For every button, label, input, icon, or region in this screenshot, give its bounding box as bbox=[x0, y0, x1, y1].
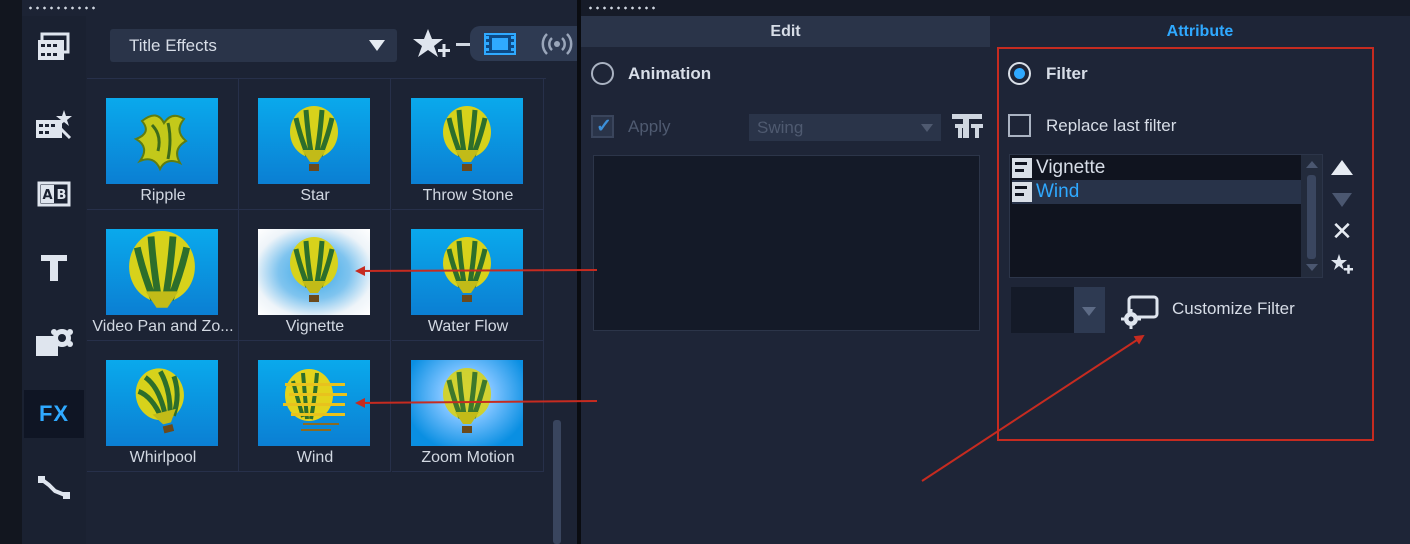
hot-air-balloon-preview bbox=[443, 106, 491, 171]
options-panel-header bbox=[581, 0, 1410, 16]
library-category-dropdown[interactable]: Title Effects bbox=[110, 29, 397, 62]
hot-air-balloon-preview bbox=[443, 237, 491, 302]
animation-radio[interactable] bbox=[591, 62, 614, 85]
effect-label: Whirlpool bbox=[129, 449, 197, 466]
title-tool-button[interactable] bbox=[24, 244, 84, 292]
effect-label: Wind bbox=[296, 449, 334, 466]
checkmark-icon: ✓ bbox=[596, 116, 612, 137]
add-to-favorites-icon[interactable] bbox=[412, 27, 456, 63]
effect-preview bbox=[411, 360, 523, 446]
show-videos-icon[interactable] bbox=[484, 33, 516, 55]
annotation-highlight-frame bbox=[997, 47, 1374, 441]
effect-thumbnail-video-pan-and-zoom[interactable]: Video Pan and Zo... bbox=[87, 210, 239, 341]
hot-air-balloon-preview bbox=[290, 237, 338, 302]
video-editor: A B FX Title Effects Ripple Star Throw S… bbox=[0, 0, 1410, 544]
tab-attribute[interactable]: Attribute bbox=[990, 16, 1410, 47]
wind-balloon-preview bbox=[283, 369, 347, 431]
effect-preview bbox=[106, 98, 218, 184]
chevron-down-icon bbox=[921, 124, 933, 132]
hot-air-balloon-preview bbox=[443, 368, 491, 433]
effect-label: Ripple bbox=[140, 187, 186, 204]
effect-preview bbox=[258, 98, 370, 184]
effect-thumbnail-whirlpool[interactable]: Whirlpool bbox=[87, 341, 239, 472]
title-icon bbox=[41, 255, 67, 281]
graphic-tool-button[interactable] bbox=[24, 318, 84, 366]
customize-animation-icon[interactable] bbox=[951, 112, 985, 140]
animation-preset-value: Swing bbox=[757, 118, 804, 137]
effect-thumbnail-vignette[interactable]: Vignette bbox=[239, 210, 391, 341]
hot-air-balloon-preview bbox=[129, 230, 195, 308]
library-scrollbar[interactable] bbox=[553, 420, 561, 544]
path-tool-button[interactable] bbox=[24, 464, 84, 512]
ripple-balloon-preview bbox=[133, 114, 188, 172]
graphic-icon bbox=[36, 329, 73, 356]
effect-label: Video Pan and Zo... bbox=[92, 318, 234, 335]
effect-thumbnail-zoom-motion[interactable]: Zoom Motion bbox=[392, 341, 544, 472]
library-tool-strip: A B FX bbox=[22, 16, 86, 544]
chevron-down-icon bbox=[369, 40, 385, 51]
panel-edge bbox=[0, 0, 22, 544]
effect-preview bbox=[411, 98, 523, 184]
effect-label: Vignette bbox=[285, 318, 345, 335]
effect-preview bbox=[411, 229, 523, 315]
svg-text:A: A bbox=[42, 188, 52, 203]
instant-project-icon bbox=[36, 110, 72, 140]
transition-tool-button[interactable]: A B bbox=[24, 170, 84, 218]
effect-preview bbox=[258, 229, 370, 315]
effect-thumbnail-wind[interactable]: Wind bbox=[239, 341, 391, 472]
path-icon bbox=[38, 476, 70, 499]
filter-tool-button[interactable]: FX bbox=[24, 390, 84, 438]
hot-air-balloon-preview bbox=[290, 106, 338, 171]
panel-grip[interactable] bbox=[587, 6, 657, 10]
effect-label: Water Flow bbox=[427, 318, 509, 335]
tab-edit[interactable]: Edit bbox=[581, 16, 990, 47]
effect-label: Throw Stone bbox=[422, 187, 514, 204]
library-view-toggle bbox=[470, 26, 577, 61]
library-panel: A B FX Title Effects Ripple Star Throw S… bbox=[0, 0, 577, 544]
show-audio-icon[interactable] bbox=[540, 31, 574, 57]
effect-label: Zoom Motion bbox=[421, 449, 515, 466]
effect-preview bbox=[106, 229, 218, 315]
filter-fx-icon: FX bbox=[38, 401, 70, 426]
effect-thumbnail-throw-stone[interactable]: Throw Stone bbox=[392, 79, 544, 210]
transition-icon: A B bbox=[37, 181, 71, 207]
animation-preset-select[interactable]: Swing bbox=[749, 114, 941, 141]
apply-label: Apply bbox=[628, 117, 671, 136]
media-icon bbox=[38, 32, 70, 60]
hot-air-balloon-preview bbox=[135, 368, 184, 434]
effect-thumbnail-star[interactable]: Star bbox=[239, 79, 391, 210]
effect-preview bbox=[258, 360, 370, 446]
toolbar-separator bbox=[456, 43, 470, 46]
instant-project-tool-button[interactable] bbox=[24, 100, 84, 148]
effect-thumbnail-ripple[interactable]: Ripple bbox=[87, 79, 239, 210]
effect-thumbnail-water-flow[interactable]: Water Flow bbox=[392, 210, 544, 341]
effects-thumbnail-grid: Ripple Star Throw Stone Video Pan and Zo… bbox=[87, 78, 546, 472]
media-tool-button[interactable] bbox=[24, 24, 84, 72]
animation-label: Animation bbox=[628, 64, 712, 83]
effect-preview bbox=[106, 360, 218, 446]
library-category-label: Title Effects bbox=[129, 35, 217, 55]
svg-text:B: B bbox=[57, 188, 67, 203]
panel-grip[interactable] bbox=[27, 6, 97, 10]
animation-preview-area bbox=[593, 155, 980, 331]
apply-checkbox[interactable]: ✓ bbox=[591, 115, 614, 138]
effect-label: Star bbox=[300, 187, 330, 204]
